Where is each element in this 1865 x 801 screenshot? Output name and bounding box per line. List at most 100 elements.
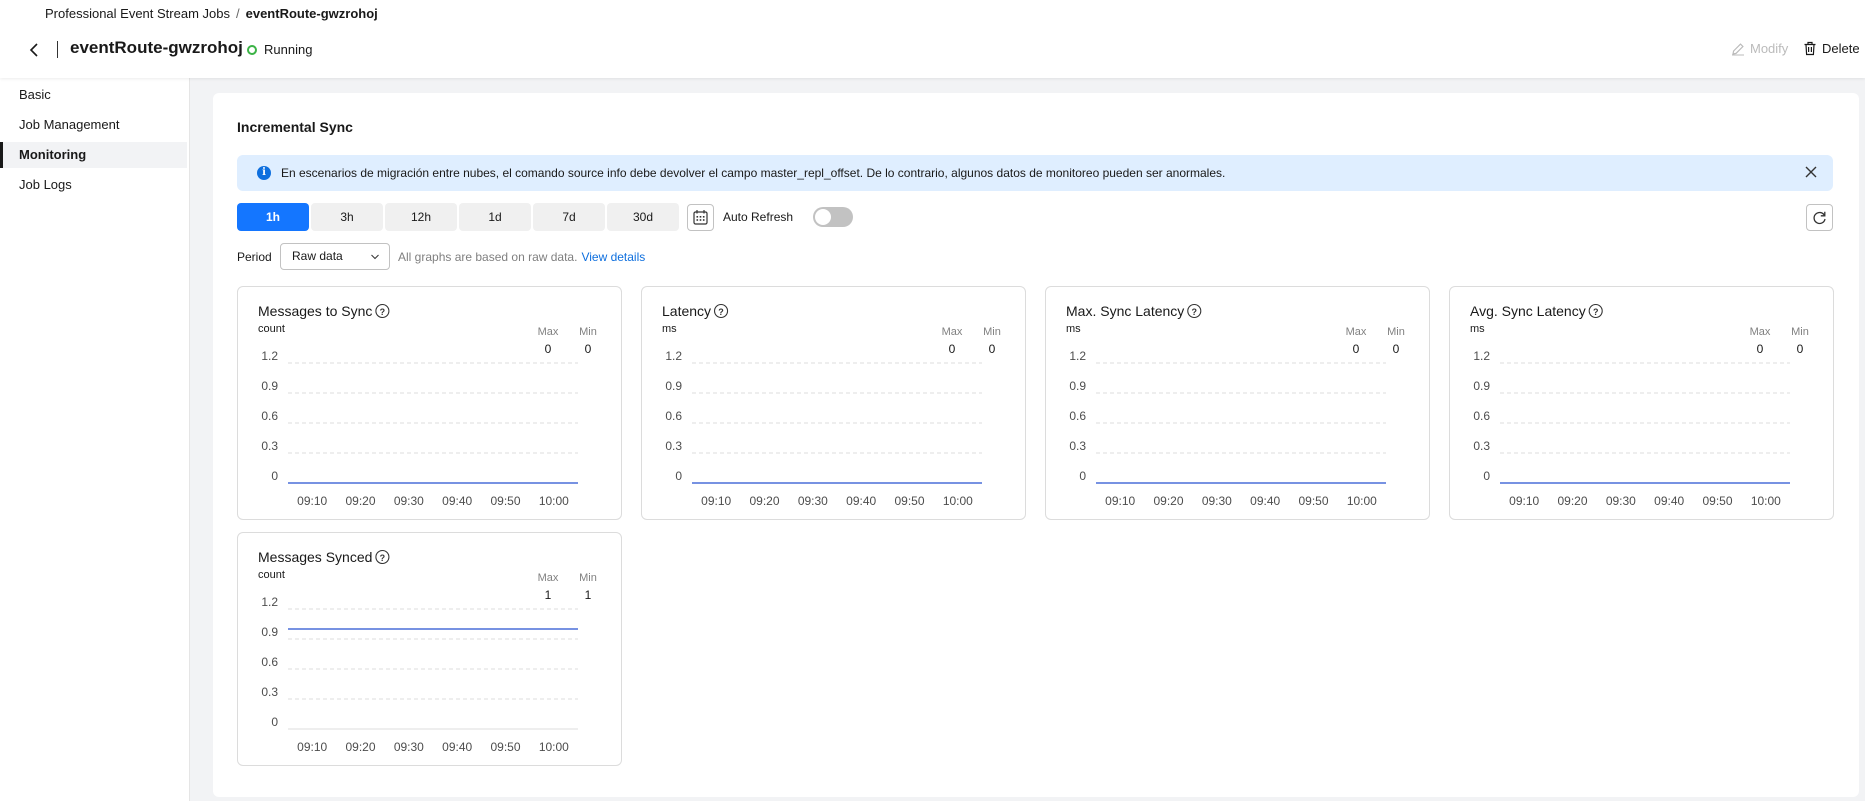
y-tick-label: 0.3 xyxy=(1473,439,1490,453)
x-tick-label: 09:10 xyxy=(1105,494,1135,508)
back-button[interactable] xyxy=(24,38,44,62)
period-select[interactable]: Raw data xyxy=(280,243,390,270)
close-icon[interactable] xyxy=(1803,164,1819,180)
chart-title: Max. Sync Latency xyxy=(1066,303,1184,319)
x-tick-label: 09:40 xyxy=(846,494,876,508)
y-tick-label: 0.6 xyxy=(665,409,682,423)
x-tick-label: 09:30 xyxy=(1606,494,1636,508)
x-tick-label: 09:20 xyxy=(1153,494,1183,508)
y-tick-label: 0.9 xyxy=(1473,379,1490,393)
x-tick-label: 09:10 xyxy=(701,494,731,508)
y-tick-label: 0 xyxy=(271,715,278,729)
delete-label: Delete xyxy=(1822,41,1860,56)
x-tick-label: 09:30 xyxy=(394,494,424,508)
period-hint: All graphs are based on raw data. View de… xyxy=(398,250,645,264)
x-tick-label: 10:00 xyxy=(539,494,569,508)
max-value: 1 xyxy=(545,588,552,602)
max-label: Max xyxy=(1750,326,1771,338)
help-icon[interactable]: ? xyxy=(1588,303,1603,319)
x-tick-label: 09:20 xyxy=(345,494,375,508)
status-badge: Running xyxy=(247,42,312,57)
chart-card: Latency ms Max Min 0 0 1.2 0.9 0.6 0.3 0 09:10 09:20… xyxy=(641,286,1026,520)
max-label: Max xyxy=(538,572,559,584)
x-tick-label: 09:20 xyxy=(345,740,375,754)
sidebar-item-basic[interactable]: Basic xyxy=(0,82,187,108)
help-icon[interactable]: ? xyxy=(375,303,390,319)
range-tab-3h[interactable]: 3h xyxy=(311,203,383,231)
range-tab-1h[interactable]: 1h xyxy=(237,203,309,231)
x-tick-label: 10:00 xyxy=(539,740,569,754)
x-tick-label: 09:40 xyxy=(1654,494,1684,508)
min-label: Min xyxy=(1387,326,1405,338)
view-details-link[interactable]: View details xyxy=(581,250,645,264)
breadcrumb-current: eventRoute-gwzrohoj xyxy=(245,6,378,21)
refresh-icon xyxy=(1813,211,1826,225)
y-tick-label: 0.3 xyxy=(261,439,278,453)
x-tick-label: 09:20 xyxy=(1557,494,1587,508)
x-tick-label: 09:30 xyxy=(394,740,424,754)
delete-button[interactable]: Delete xyxy=(1803,41,1860,56)
range-tab-30d[interactable]: 30d xyxy=(607,203,679,231)
x-tick-label: 09:40 xyxy=(1250,494,1280,508)
monitoring-panel: Incremental Sync i En escenarios de migr… xyxy=(213,93,1859,797)
breadcrumb: Professional Event Stream Jobs / eventRout… xyxy=(45,6,378,21)
y-tick-label: 0.3 xyxy=(261,685,278,699)
modify-label: Modify xyxy=(1750,41,1789,56)
y-tick-label: 0.6 xyxy=(1069,409,1086,423)
x-tick-label: 09:20 xyxy=(749,494,779,508)
line-chart: Max. Sync Latency ms Max Min 0 0 1.2 0.9 0.6 0.3 0… xyxy=(1066,303,1405,508)
max-value: 0 xyxy=(949,342,956,356)
range-tab-1d[interactable]: 1d xyxy=(459,203,531,231)
range-tab-7d[interactable]: 7d xyxy=(533,203,605,231)
sidebar-item-monitoring[interactable]: Monitoring xyxy=(0,142,187,168)
y-tick-label: 0.9 xyxy=(261,625,278,639)
max-value: 0 xyxy=(1757,342,1764,356)
chart-card: Avg. Sync Latency ms Max Min 0 0 1.2 0.9 0.6 0.3 0… xyxy=(1449,286,1834,520)
min-value: 1 xyxy=(585,588,592,602)
x-tick-label: 09:40 xyxy=(442,740,472,754)
x-tick-label: 10:00 xyxy=(943,494,973,508)
x-tick-label: 10:00 xyxy=(1347,494,1377,508)
x-tick-label: 09:50 xyxy=(1702,494,1732,508)
help-icon-glyph: ? xyxy=(1192,307,1198,317)
y-tick-label: 0 xyxy=(1483,469,1490,483)
info-alert: i En escenarios de migración entre nubes… xyxy=(237,155,1833,191)
y-tick-label: 1.2 xyxy=(261,595,278,609)
help-icon[interactable]: ? xyxy=(375,549,390,565)
y-tick-label: 0.6 xyxy=(261,655,278,669)
refresh-button[interactable] xyxy=(1806,204,1833,231)
help-icon-glyph: ? xyxy=(380,307,386,317)
info-icon: i xyxy=(257,166,271,180)
modify-button[interactable]: Modify xyxy=(1731,41,1788,56)
max-label: Max xyxy=(538,326,559,338)
help-icon[interactable]: ? xyxy=(1187,303,1202,319)
x-tick-label: 09:30 xyxy=(798,494,828,508)
x-tick-label: 09:10 xyxy=(297,740,327,754)
x-tick-label: 10:00 xyxy=(1751,494,1781,508)
chart-title: Avg. Sync Latency xyxy=(1470,303,1586,319)
y-tick-label: 0.9 xyxy=(1069,379,1086,393)
min-label: Min xyxy=(1791,326,1809,338)
y-tick-label: 0.3 xyxy=(1069,439,1086,453)
y-tick-label: 0 xyxy=(1079,469,1086,483)
line-chart: Latency ms Max Min 0 0 1.2 0.9 0.6 0.3 0 09:10 09:20… xyxy=(662,303,1001,508)
sidebar-item-job-logs[interactable]: Job Logs xyxy=(0,172,187,198)
min-value: 0 xyxy=(1797,342,1804,356)
y-tick-label: 0.6 xyxy=(261,409,278,423)
breadcrumb-parent[interactable]: Professional Event Stream Jobs xyxy=(45,6,230,21)
chart-unit: count xyxy=(258,323,285,335)
range-tab-12h[interactable]: 12h xyxy=(385,203,457,231)
line-chart: Messages Synced count Max Min 1 1 1.2 0.9 0.6 0.3… xyxy=(258,549,597,754)
x-tick-label: 09:50 xyxy=(490,494,520,508)
y-tick-label: 0 xyxy=(271,469,278,483)
calendar-button[interactable] xyxy=(687,204,714,231)
period-hint-text: All graphs are based on raw data. xyxy=(398,250,578,264)
chart-unit: count xyxy=(258,569,285,581)
x-tick-label: 09:50 xyxy=(894,494,924,508)
chart-card: Messages to Sync count Max Min 0 0 1.2 0.9 0.6 0.… xyxy=(237,286,622,520)
status-text: Running xyxy=(264,42,313,57)
auto-refresh-toggle[interactable] xyxy=(813,207,853,227)
sidebar-item-job-management[interactable]: Job Management xyxy=(0,112,187,138)
help-icon[interactable]: ? xyxy=(713,303,729,319)
running-status-icon xyxy=(247,44,257,55)
